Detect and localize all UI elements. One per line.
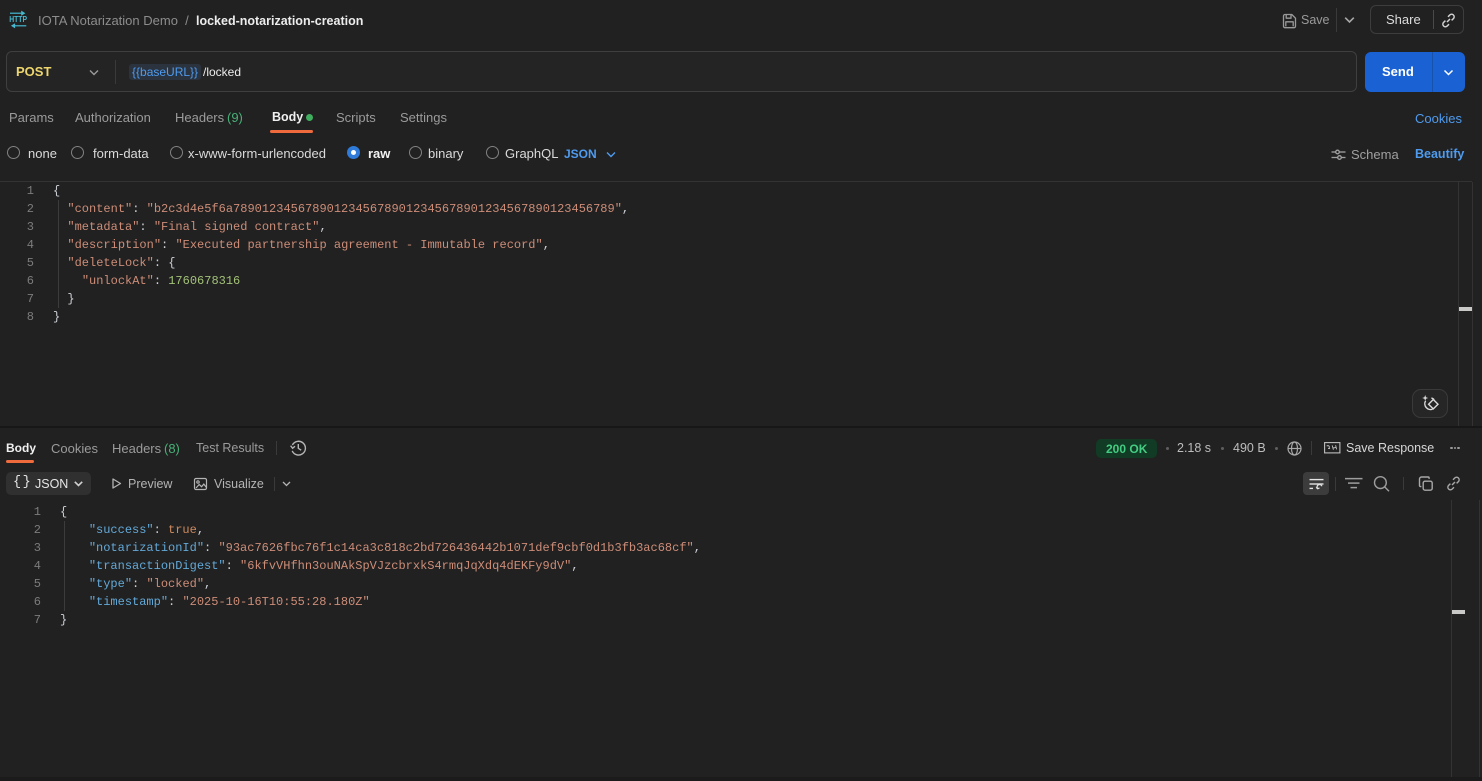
svg-text:HTTP: HTTP (9, 15, 27, 24)
